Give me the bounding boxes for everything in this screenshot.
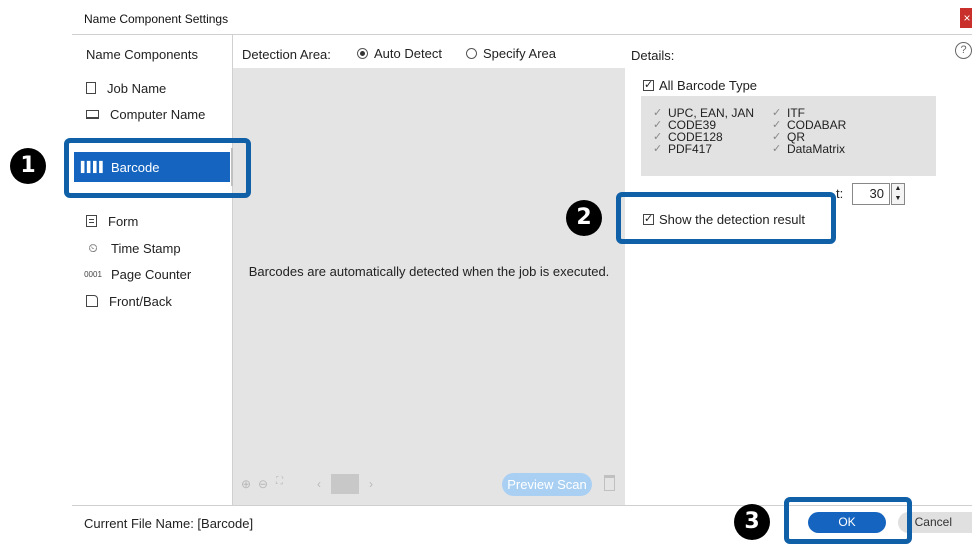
- list-item-job-name[interactable]: Job Name: [86, 77, 166, 99]
- document-icon: [86, 82, 96, 94]
- laptop-icon: [86, 109, 99, 119]
- callout-badge-1: 1: [10, 148, 46, 184]
- barcode-type-datamatrix: ✓ DataMatrix: [772, 142, 846, 156]
- list-item-page-counter[interactable]: 0001 Page Counter: [84, 263, 192, 285]
- clock-icon: ⏲: [88, 240, 98, 255]
- preview-message: Barcodes are automatically detected when…: [248, 264, 610, 279]
- all-barcode-type-checkbox[interactable]: All Barcode Type: [643, 78, 757, 93]
- radio-label: Specify Area: [483, 46, 556, 61]
- barcode-type-label: PDF417: [668, 142, 713, 156]
- counter-icon: 0001: [84, 269, 102, 279]
- list-header: Name Components: [86, 47, 198, 62]
- item-label: Front/Back: [109, 293, 172, 309]
- item-label: Job Name: [107, 80, 167, 96]
- help-icon[interactable]: ?: [955, 42, 972, 59]
- item-label: Computer Name: [110, 106, 206, 122]
- list-item-front-back[interactable]: Front/Back: [86, 290, 172, 312]
- details-label: Details:: [631, 48, 675, 63]
- radio-label: Auto Detect: [374, 46, 442, 61]
- next-page-icon[interactable]: ›: [369, 477, 373, 491]
- callout-badge-3: 3: [734, 504, 770, 540]
- callout-badge-2: 2: [566, 200, 602, 236]
- item-label: Page Counter: [111, 266, 192, 282]
- page-icon: [86, 295, 98, 307]
- item-label: Time Stamp: [111, 240, 181, 256]
- preview-area: [233, 68, 625, 505]
- radio-dot-icon: [357, 48, 368, 59]
- prev-page-icon[interactable]: ‹: [317, 477, 321, 491]
- radio-dot-icon: [466, 48, 477, 59]
- zoom-in-icon[interactable]: ⊕: [241, 477, 251, 491]
- barcode-type-pdf417: ✓ PDF417: [653, 142, 713, 156]
- spinner-arrows-icon[interactable]: ▲ ▼: [891, 183, 905, 205]
- barcode-type-label: DataMatrix: [787, 142, 846, 156]
- page-number-box[interactable]: [331, 474, 359, 494]
- callout-frame-ok: [784, 497, 912, 544]
- callout-frame-show-detection: [616, 192, 836, 244]
- window-title: Name Component Settings: [84, 12, 229, 26]
- form-icon: [86, 215, 97, 227]
- check-icon: ✓: [772, 142, 782, 155]
- count-label: t:: [836, 186, 844, 201]
- checkbox-icon: [643, 78, 654, 91]
- preview-scan-button[interactable]: Preview Scan: [502, 473, 592, 496]
- count-input[interactable]: 30: [852, 183, 890, 205]
- radio-specify-area[interactable]: Specify Area: [466, 46, 556, 61]
- fit-icon[interactable]: ⛶: [276, 476, 283, 487]
- list-item-form[interactable]: Form: [86, 210, 138, 232]
- check-icon: ✓: [653, 142, 663, 155]
- list-item-computer-name[interactable]: Computer Name: [86, 103, 205, 125]
- trash-icon[interactable]: [604, 475, 615, 491]
- radio-auto-detect[interactable]: Auto Detect: [357, 46, 442, 61]
- callout-frame-barcode: [64, 138, 251, 198]
- checkbox-label: All Barcode Type: [659, 78, 758, 93]
- close-button[interactable]: ×: [960, 8, 972, 28]
- zoom-out-icon[interactable]: ⊖: [258, 477, 268, 491]
- list-item-time-stamp[interactable]: ⏲ Time Stamp: [86, 237, 181, 259]
- item-label: Form: [108, 213, 139, 229]
- barcode-type-codabar: ✓ CODABAR: [772, 119, 846, 132]
- current-file-name: Current File Name: [Barcode]: [84, 516, 254, 531]
- detection-area-label: Detection Area:: [242, 47, 331, 62]
